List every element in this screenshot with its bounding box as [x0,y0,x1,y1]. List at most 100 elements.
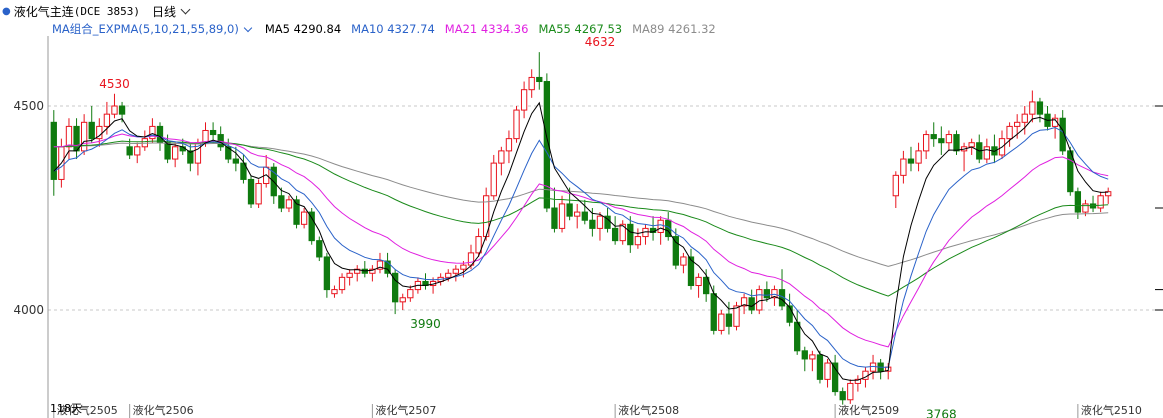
candle[interactable] [338,276,346,291]
candle[interactable] [1021,113,1028,123]
candle[interactable] [65,125,73,148]
candle[interactable] [111,105,118,115]
candle[interactable] [968,142,975,148]
candle[interactable] [809,354,816,360]
candle[interactable] [748,297,755,311]
candle[interactable] [513,109,520,140]
candle[interactable] [733,305,740,327]
candle[interactable] [824,362,831,380]
candle[interactable] [308,211,315,242]
candle[interactable] [953,134,960,152]
candle[interactable] [938,138,945,144]
candle[interactable] [520,89,528,111]
candle[interactable] [278,195,285,209]
candle[interactable] [407,289,414,299]
candle[interactable] [756,289,763,311]
candle[interactable] [528,76,535,91]
x-tick-label: 液化气2510 [1081,403,1142,417]
candle[interactable] [680,256,687,266]
candle[interactable] [536,76,543,83]
candle[interactable] [247,178,255,205]
candle[interactable] [672,236,679,266]
candle[interactable] [930,134,937,140]
candle[interactable] [452,268,459,274]
candle[interactable] [126,146,133,156]
candlestick-chart[interactable]: 40004500453039904632376845384223液化气2505液… [0,0,1163,418]
candle[interactable] [922,134,930,152]
candle[interactable] [1036,101,1044,115]
candle[interactable] [141,138,148,148]
candle[interactable] [611,227,619,242]
candle[interactable] [1097,195,1104,209]
price-annotation: 4632 [585,35,616,49]
ma21-line [53,133,1109,348]
candle[interactable] [164,142,171,160]
candle[interactable] [574,211,581,217]
candle[interactable] [718,313,725,331]
candle[interactable] [816,354,824,380]
candle[interactable] [103,113,111,127]
candle[interactable] [847,382,854,401]
candle[interactable] [915,150,922,164]
candle[interactable] [1067,150,1074,193]
candle[interactable] [725,313,733,327]
candle[interactable] [566,203,573,217]
candle[interactable] [907,158,915,164]
candle[interactable] [460,264,467,270]
candle[interactable] [839,391,846,401]
x-tick-label: 液化气2507 [375,403,436,417]
candle[interactable] [331,289,338,295]
candle[interactable] [498,150,505,164]
candle[interactable] [1014,121,1021,127]
candle[interactable] [627,223,634,246]
candle[interactable] [801,350,808,360]
candle[interactable] [900,158,907,176]
candle[interactable] [490,162,497,197]
y-tick-label: 4000 [13,303,44,317]
candle[interactable] [1074,191,1082,213]
candle[interactable] [983,146,990,160]
candle[interactable] [551,207,558,229]
candle[interactable] [786,305,793,323]
candle[interactable] [1006,125,1013,140]
candle[interactable] [657,219,664,233]
x-tick-label: 液化气2509 [838,403,899,417]
candle[interactable] [156,125,164,144]
x-tick-label: 液化气2506 [133,403,194,417]
candle[interactable] [558,203,566,229]
candle[interactable] [596,215,604,229]
price-annotation: 3990 [410,317,441,331]
candle[interactable] [255,183,262,205]
candle[interactable] [80,121,88,152]
candle[interactable] [399,297,406,303]
candle[interactable] [589,219,596,229]
candle[interactable] [831,362,839,393]
candle[interactable] [323,256,331,291]
candle[interactable] [794,321,801,352]
candle[interactable] [300,211,308,225]
candle[interactable] [445,272,452,278]
candle[interactable] [134,146,141,156]
candle[interactable] [73,125,80,152]
candle[interactable] [710,293,717,331]
candle[interactable] [634,236,642,246]
candle[interactable] [892,174,899,197]
candle[interactable] [232,158,240,164]
candle[interactable] [1029,101,1036,115]
candle[interactable] [505,138,513,152]
candle[interactable] [172,146,179,160]
candle[interactable] [763,289,771,299]
candle[interactable] [581,211,588,221]
candle[interactable] [209,129,217,136]
candle[interactable] [869,362,877,372]
ma89-line [53,142,1109,267]
candle[interactable] [118,105,126,115]
candle[interactable] [695,276,702,287]
candle[interactable] [945,134,953,144]
candle[interactable] [88,121,95,140]
candle[interactable] [316,240,323,258]
candle[interactable] [217,134,224,148]
candle[interactable] [346,272,353,278]
candle[interactable] [285,199,293,209]
price-annotation: 4530 [99,77,130,91]
